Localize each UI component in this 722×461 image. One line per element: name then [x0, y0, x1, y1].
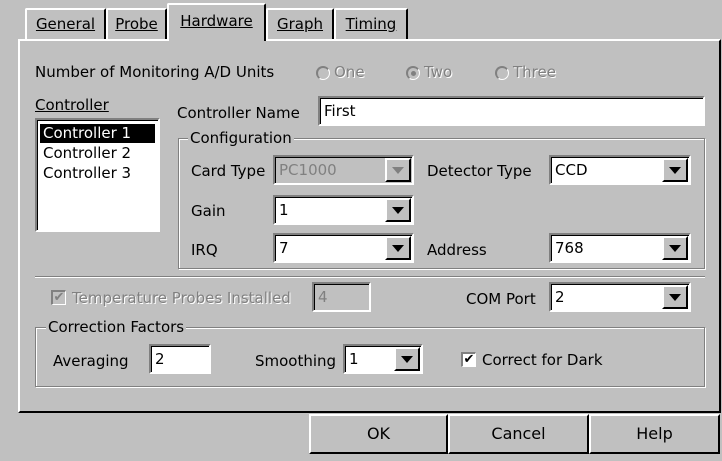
- correct-for-dark-checkbox[interactable]: ✔: [461, 352, 476, 367]
- address-label: Address: [427, 241, 487, 259]
- detector-type-select[interactable]: CCD: [549, 155, 691, 185]
- gain-value: 1: [279, 201, 289, 219]
- controller-listbox[interactable]: Controller 1 Controller 2 Controller 3: [35, 118, 160, 232]
- radio-one-label: One: [334, 63, 365, 81]
- irq-label: IRQ: [191, 241, 218, 259]
- list-item[interactable]: Controller 3: [40, 164, 155, 183]
- radio-one: [316, 66, 330, 80]
- chevron-down-icon[interactable]: [662, 236, 688, 260]
- temperature-checkbox: ✔: [51, 290, 66, 305]
- chevron-down-icon[interactable]: [394, 347, 420, 371]
- irq-select[interactable]: 7: [273, 233, 414, 263]
- temperature-count-input: 4: [312, 282, 371, 312]
- radio-two-label: Two: [424, 63, 453, 81]
- card-type-select: PC1000: [273, 155, 414, 185]
- chevron-down-icon: [385, 158, 411, 182]
- controller-label: Controller: [35, 96, 109, 114]
- controller-name-label: Controller Name: [177, 104, 300, 122]
- monitoring-units-label: Number of Monitoring A/D Units: [35, 63, 275, 81]
- averaging-input[interactable]: 2: [149, 344, 211, 374]
- radio-three: [495, 66, 509, 80]
- correction-factors-title: Correction Factors: [46, 318, 187, 336]
- smoothing-select[interactable]: 1: [343, 344, 423, 374]
- detector-type-label: Detector Type: [427, 162, 532, 180]
- gain-select[interactable]: 1: [273, 195, 414, 225]
- chevron-down-icon[interactable]: [662, 158, 688, 182]
- temperature-label: Temperature Probes Installed: [72, 289, 291, 307]
- list-item[interactable]: Controller 2: [40, 144, 155, 163]
- radio-three-label: Three: [513, 63, 556, 81]
- card-type-label: Card Type: [191, 162, 266, 180]
- com-port-select[interactable]: 2: [549, 282, 691, 312]
- address-value: 768: [555, 239, 584, 257]
- detector-type-value: CCD: [555, 161, 588, 179]
- smoothing-label: Smoothing: [255, 352, 337, 370]
- configuration-title: Configuration: [188, 129, 294, 147]
- list-item[interactable]: Controller 1: [40, 124, 155, 143]
- card-type-value: PC1000: [279, 161, 337, 179]
- com-port-label: COM Port: [466, 290, 536, 308]
- controller-name-input[interactable]: First: [318, 96, 705, 126]
- divider: [35, 276, 705, 278]
- smoothing-value: 1: [349, 350, 359, 368]
- com-port-value: 2: [555, 288, 565, 306]
- checkmark-icon: ✔: [53, 290, 65, 305]
- chevron-down-icon[interactable]: [385, 198, 411, 222]
- chevron-down-icon[interactable]: [662, 285, 688, 309]
- correct-for-dark-label: Correct for Dark: [482, 351, 603, 369]
- chevron-down-icon[interactable]: [385, 236, 411, 260]
- gain-label: Gain: [191, 202, 226, 220]
- irq-value: 7: [279, 239, 289, 257]
- averaging-label: Averaging: [53, 352, 129, 370]
- address-select[interactable]: 768: [549, 233, 691, 263]
- radio-two: [406, 66, 420, 80]
- checkmark-icon: ✔: [463, 352, 475, 367]
